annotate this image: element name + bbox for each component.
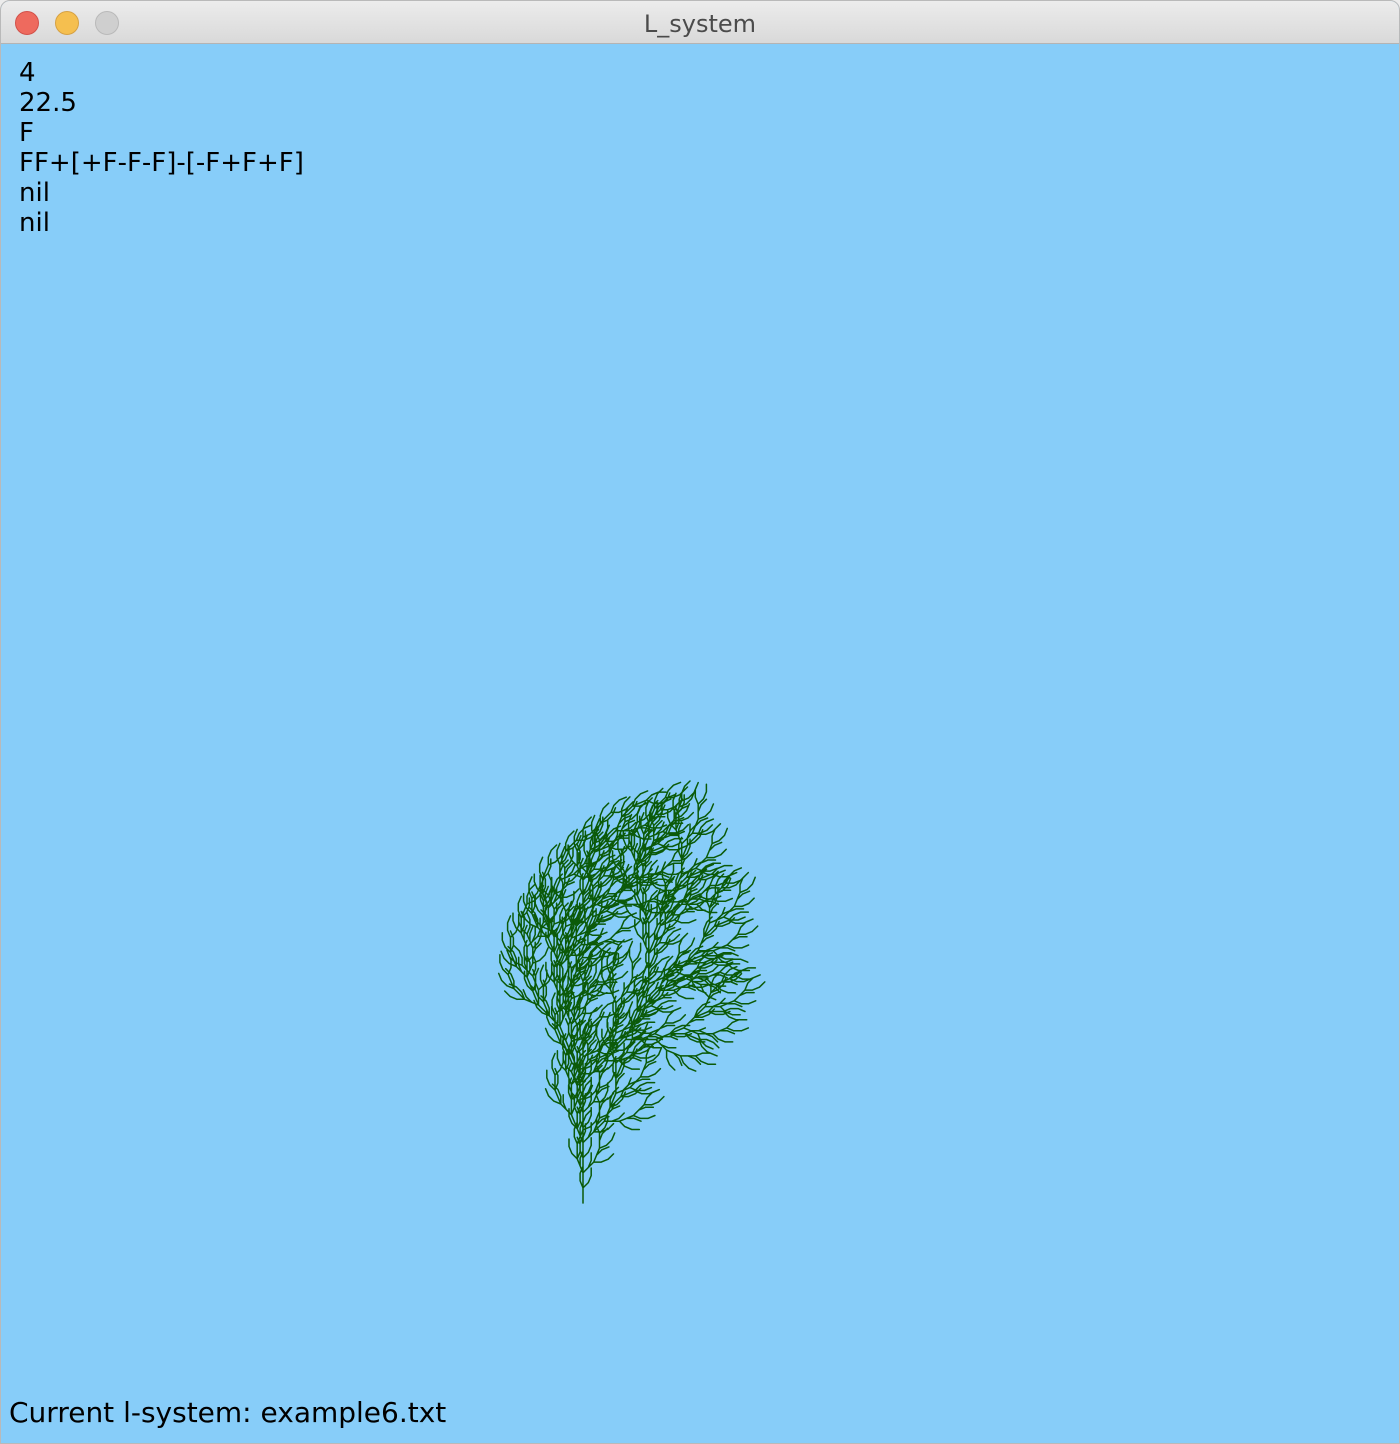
drawing-canvas[interactable]: 4 22.5 F FF+[+F-F-F]-[-F+F+F] nil nil Cu… <box>1 44 1399 1443</box>
window-title: L_system <box>643 10 757 38</box>
tree-branches <box>497 780 766 1204</box>
status-text: Current l-system: example6.txt <box>9 1396 447 1429</box>
param-rule-2: nil <box>19 178 50 208</box>
param-rule-3: nil <box>19 208 50 238</box>
param-axiom: F <box>19 118 34 148</box>
l-system-tree-drawing <box>497 780 766 1204</box>
parameter-list: 4 22.5 F FF+[+F-F-F]-[-F+F+F] nil nil <box>19 58 304 238</box>
param-angle: 22.5 <box>19 88 77 118</box>
param-iterations: 4 <box>19 58 36 88</box>
app-window: L_system 4 22.5 F FF+[+F-F-F]-[-F+F+F] n… <box>0 0 1400 1444</box>
param-rule-1: FF+[+F-F-F]-[-F+F+F] <box>19 148 304 178</box>
title-bar[interactable]: L_system <box>1 1 1399 44</box>
